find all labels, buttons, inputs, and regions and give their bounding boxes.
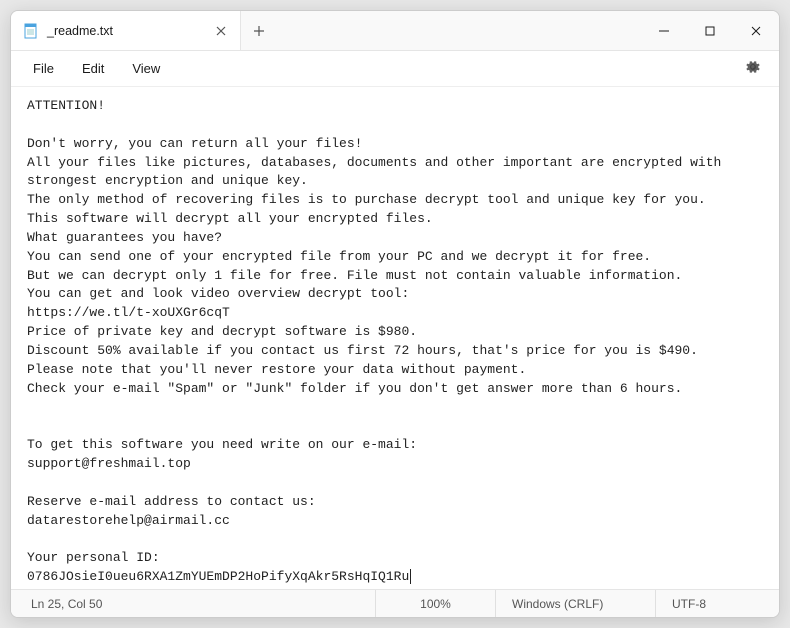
menu-file[interactable]: File — [19, 55, 68, 82]
new-tab-button[interactable] — [241, 11, 277, 50]
menu-bar: File Edit View — [11, 51, 779, 87]
title-bar: _readme.txt — [11, 11, 779, 51]
tab-title: _readme.txt — [47, 24, 206, 38]
status-bar: Ln 25, Col 50 100% Windows (CRLF) UTF-8 — [11, 589, 779, 617]
menu-edit[interactable]: Edit — [68, 55, 118, 82]
menu-view[interactable]: View — [118, 55, 174, 82]
window: _readme.txt File Edit View — [10, 10, 780, 618]
titlebar-drag-area[interactable] — [277, 11, 641, 50]
text-caret — [410, 569, 411, 584]
notepad-icon — [23, 23, 39, 39]
window-controls — [641, 11, 779, 50]
maximize-button[interactable] — [687, 11, 733, 50]
close-window-button[interactable] — [733, 11, 779, 50]
tab-readme[interactable]: _readme.txt — [11, 11, 241, 50]
document-text: ATTENTION! Don't worry, you can return a… — [27, 98, 729, 584]
close-tab-icon[interactable] — [214, 24, 228, 38]
gear-icon — [745, 63, 761, 78]
settings-button[interactable] — [735, 53, 771, 84]
status-zoom[interactable]: 100% — [375, 590, 495, 617]
status-cursor-position: Ln 25, Col 50 — [15, 590, 375, 617]
minimize-button[interactable] — [641, 11, 687, 50]
status-encoding: UTF-8 — [655, 590, 775, 617]
text-editor-area[interactable]: ATTENTION! Don't worry, you can return a… — [11, 87, 779, 589]
status-line-ending: Windows (CRLF) — [495, 590, 655, 617]
